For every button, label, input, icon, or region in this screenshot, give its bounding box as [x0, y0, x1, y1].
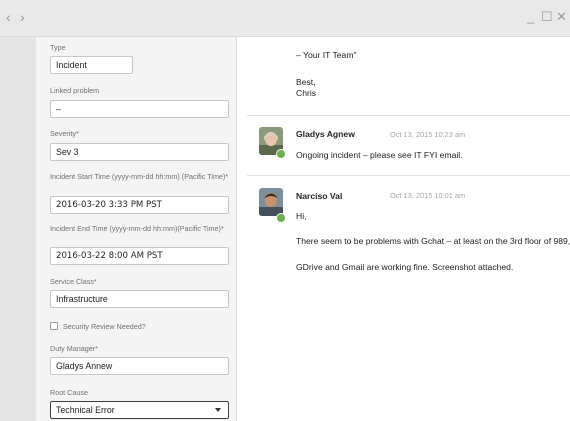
end-time-field[interactable]: 2016-03-22 8:00 AM PST: [50, 247, 229, 265]
incident-form-panel: Type Incident Linked problem – Severity*…: [36, 37, 237, 421]
message-text-line: GDrive and Gmail are working fine. Scree…: [296, 262, 514, 272]
service-class-label: Service Class*: [50, 277, 97, 286]
message-author[interactable]: Gladys Agnew: [296, 129, 355, 139]
chevron-down-icon: [215, 408, 221, 412]
severity-label: Severity*: [50, 129, 79, 138]
message-timestamp: Oct 13, 2015 10:23 am: [390, 130, 466, 139]
message-text-line: – Your IT Team": [296, 50, 357, 60]
type-field[interactable]: Incident: [50, 56, 133, 74]
presence-online-icon: [276, 213, 286, 223]
forward-arrow-icon[interactable]: ›: [20, 9, 25, 25]
root-cause-selected-value: Technical Error: [56, 405, 115, 415]
left-gutter: [0, 37, 36, 421]
message-divider: [247, 175, 570, 176]
security-review-checkbox[interactable]: [50, 322, 58, 330]
message-text-line: Ongoing incident – please see IT FYI ema…: [296, 150, 463, 160]
avatar[interactable]: [259, 188, 283, 216]
linked-problem-field[interactable]: –: [50, 100, 229, 118]
start-time-label: Incident Start Time (yyyy-mm-dd hh:mm) (…: [50, 172, 229, 181]
duty-manager-field[interactable]: Gladys Annew: [50, 357, 229, 375]
close-icon[interactable]: ✕: [556, 9, 567, 25]
duty-manager-label: Duty Manager*: [50, 344, 98, 353]
message-text-line: There seem to be problems with Gchat – a…: [296, 236, 570, 246]
conversation-panel: – Your IT Team" Best, Chris Gladys Agnew…: [237, 37, 570, 421]
end-time-label: Incident End Time (yyyy-mm-dd hh:mm)(Pac…: [50, 224, 224, 233]
message-text-line: Chris: [296, 88, 317, 98]
severity-field[interactable]: Sev 3: [50, 143, 229, 161]
type-label: Type: [50, 43, 66, 52]
presence-online-icon: [276, 149, 286, 159]
back-arrow-icon[interactable]: ‹: [6, 9, 11, 25]
root-cause-dropdown[interactable]: Technical Error: [50, 401, 229, 419]
start-time-field[interactable]: 2016-03-20 3:33 PM PST: [50, 196, 229, 214]
root-cause-label: Root Cause: [50, 388, 88, 397]
message-text-line: Hi,: [296, 211, 307, 221]
service-class-field[interactable]: Infrastructure: [50, 290, 229, 308]
linked-problem-label: Linked problem: [50, 86, 100, 95]
avatar-photo: [259, 188, 283, 216]
message-author[interactable]: Narciso Val: [296, 191, 342, 201]
message-text-line: Best,: [296, 77, 316, 87]
message-timestamp: Oct 13, 2015 10:01 am: [390, 191, 466, 200]
security-review-label: Security Review Needed?: [63, 322, 146, 331]
maximize-icon[interactable]: ☐: [541, 9, 553, 25]
message-divider: [247, 115, 570, 116]
window-titlebar: ‹ › _ ☐ ✕: [0, 0, 570, 37]
minimize-icon[interactable]: _: [527, 9, 534, 25]
